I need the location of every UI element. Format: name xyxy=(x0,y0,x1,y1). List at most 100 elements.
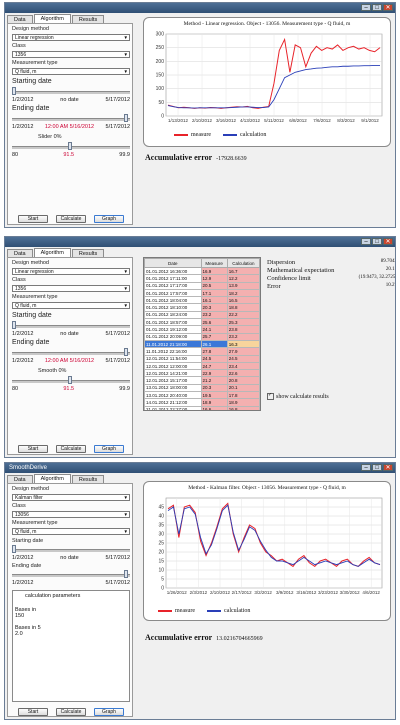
cell-calculation[interactable]: 23.8 xyxy=(226,325,260,334)
start-button[interactable]: Start xyxy=(18,215,48,223)
calculate-button[interactable]: Calculate xyxy=(56,215,86,223)
close-button[interactable]: ✕ xyxy=(383,4,393,11)
cell-calculation[interactable]: 18.2 xyxy=(226,288,260,298)
cell-measure[interactable]: 24.1 xyxy=(200,325,228,334)
cell-date[interactable]: 01.01.2012 17:11:00 xyxy=(144,274,202,283)
minimize-button[interactable]: – xyxy=(361,238,371,245)
table-row[interactable]: 01.01.2012 17:57:00 17.1 18.2 xyxy=(144,288,260,298)
ending-date-slider[interactable] xyxy=(12,114,130,122)
ending-date-slider[interactable] xyxy=(12,570,130,578)
slider-thumb[interactable] xyxy=(12,321,16,329)
calculate-button[interactable]: Calculate xyxy=(56,708,86,716)
table-row[interactable]: 11.01.2012 21:18:00 26.1 16.3 xyxy=(144,339,260,349)
percent-slider[interactable] xyxy=(12,142,130,150)
column-header-measure[interactable]: Measure xyxy=(200,258,228,268)
slider-thumb[interactable] xyxy=(68,376,72,384)
tab-results[interactable]: Results xyxy=(71,249,105,257)
table-row[interactable]: 13.01.2012 18:00:00 20.3 20.1 xyxy=(144,383,260,393)
class-select[interactable]: 1356 ▼ xyxy=(12,285,130,292)
cell-calculation[interactable]: 17.8 xyxy=(226,391,260,400)
cell-calculation[interactable]: 18.9 xyxy=(226,398,260,407)
cell-date[interactable]: 12.01.2012 14:21:00 xyxy=(144,369,202,378)
cell-calculation[interactable]: 16.8 xyxy=(226,405,260,410)
design-method-select[interactable]: Kalman filter ▼ xyxy=(12,494,130,501)
cell-date[interactable]: 01.01.2012 18:10:00 xyxy=(144,303,202,312)
slider-thumb[interactable] xyxy=(124,348,128,356)
cell-date[interactable]: 01.01.2012 20:09:00 xyxy=(144,332,202,341)
cell-calculation[interactable]: 23.2 xyxy=(226,332,260,341)
cell-date[interactable]: 13.01.2012 18:00:00 xyxy=(144,383,202,393)
table-row[interactable]: 12.01.2012 15:17:00 21.2 20.8 xyxy=(144,376,260,385)
cell-calculation[interactable]: 18.8 xyxy=(226,303,260,312)
cell-date[interactable]: 01.01.2012 18:04:00 xyxy=(144,296,202,305)
maximize-button[interactable]: □ xyxy=(372,4,382,11)
starting-date-slider[interactable] xyxy=(12,321,130,329)
cell-calculation[interactable]: 27.9 xyxy=(226,347,260,356)
design-method-select[interactable]: Linear regression ▼ xyxy=(12,34,130,41)
table-row[interactable]: 11.01.2012 22:16:00 27.8 27.9 xyxy=(144,347,260,356)
maximize-button[interactable]: □ xyxy=(372,464,382,471)
close-button[interactable]: ✕ xyxy=(383,464,393,471)
start-button[interactable]: Start xyxy=(18,445,48,453)
cell-measure[interactable]: 24.5 xyxy=(200,354,228,363)
cell-date[interactable]: 21.01.2012 22:27:00 xyxy=(144,405,202,410)
class-select[interactable]: 13056 ▼ xyxy=(12,511,130,518)
cell-calculation[interactable]: 22.6 xyxy=(226,369,260,378)
cell-measure[interactable]: 12.9 xyxy=(200,274,228,283)
cell-date[interactable]: 11.01.2012 21:18:00 xyxy=(144,339,202,349)
minimize-button[interactable]: – xyxy=(361,4,371,11)
cell-date[interactable]: 14.01.2012 21:12:00 xyxy=(144,398,202,407)
cell-measure[interactable]: 16.1 xyxy=(200,296,228,305)
cell-date[interactable]: 13.01.2012 20:40:00 xyxy=(144,391,202,400)
cell-calculation[interactable]: 20.8 xyxy=(226,376,260,385)
slider-thumb[interactable] xyxy=(12,545,16,553)
slider-thumb[interactable] xyxy=(12,87,16,95)
table-row[interactable]: 14.01.2012 21:12:00 18.9 18.9 xyxy=(144,398,260,407)
cell-date[interactable]: 01.01.2012 18:57:00 xyxy=(144,318,202,327)
tab-algorithm[interactable]: Algorithm xyxy=(33,474,71,483)
cell-date[interactable]: 01.01.2012 17:17:00 xyxy=(144,281,202,290)
table-row[interactable]: 12.01.2012 12:00:00 24.7 23.4 xyxy=(144,361,260,371)
cell-measure[interactable]: 16.9 xyxy=(200,266,228,276)
cell-calculation[interactable]: 12.2 xyxy=(226,274,260,283)
cell-date[interactable]: 01.01.2012 19:12:00 xyxy=(144,325,202,334)
slider-thumb[interactable] xyxy=(124,114,128,122)
ending-date-slider[interactable] xyxy=(12,348,130,356)
graph-button[interactable]: Graph xyxy=(94,445,124,453)
show-calculate-checkbox[interactable]: show calculate results xyxy=(267,392,329,400)
tab-data[interactable]: Data xyxy=(7,15,33,23)
cell-measure[interactable]: 25.7 xyxy=(200,332,228,341)
table-row[interactable]: 01.01.2012 18:10:00 20.3 18.8 xyxy=(144,303,260,312)
tab-results[interactable]: Results xyxy=(71,475,105,483)
cell-measure[interactable]: 20.3 xyxy=(200,303,228,312)
cell-date[interactable]: 12.01.2012 11:54:00 xyxy=(144,354,202,363)
table-row[interactable]: 01.01.2012 18:04:00 16.1 16.5 xyxy=(144,296,260,305)
checkbox-icon[interactable] xyxy=(267,392,274,400)
tab-results[interactable]: Results xyxy=(71,15,105,23)
design-method-select[interactable]: Linear regression ▼ xyxy=(12,268,130,275)
cell-calculation[interactable]: 13.9 xyxy=(226,281,260,290)
cell-measure[interactable]: 20.3 xyxy=(200,383,228,393)
cell-measure[interactable]: 17.1 xyxy=(200,288,228,298)
cell-date[interactable]: 12.01.2012 12:00:00 xyxy=(144,361,202,371)
table-row[interactable]: 01.01.2012 20:09:00 25.7 23.2 xyxy=(144,332,260,341)
close-button[interactable]: ✕ xyxy=(383,238,393,245)
cell-measure[interactable]: 18.9 xyxy=(200,398,228,407)
cell-measure[interactable]: 19.5 xyxy=(200,391,228,400)
cell-calculation[interactable]: 16.3 xyxy=(226,339,260,349)
cell-measure[interactable]: 25.6 xyxy=(200,318,228,327)
tab-data[interactable]: Data xyxy=(7,475,33,483)
cell-measure[interactable]: 24.7 xyxy=(200,361,228,371)
smooth-slider[interactable] xyxy=(12,376,130,384)
cell-calculation[interactable]: 16.5 xyxy=(226,296,260,305)
table-row[interactable]: 01.01.2012 17:17:00 20.5 13.9 xyxy=(144,281,260,290)
cell-measure[interactable]: 20.5 xyxy=(200,281,228,290)
column-header-calculation[interactable]: Calculation xyxy=(226,258,260,268)
measurement-type-select[interactable]: Q fluid, m ▼ xyxy=(12,68,130,75)
cell-measure[interactable]: 26.1 xyxy=(200,339,228,349)
start-button[interactable]: Start xyxy=(18,708,48,716)
calculate-button[interactable]: Calculate xyxy=(56,445,86,453)
measurement-type-select[interactable]: Q fluid, m ▼ xyxy=(12,528,130,535)
graph-button[interactable]: Graph xyxy=(94,215,124,223)
table-row[interactable]: 12.01.2012 14:21:00 22.9 22.6 xyxy=(144,369,260,378)
